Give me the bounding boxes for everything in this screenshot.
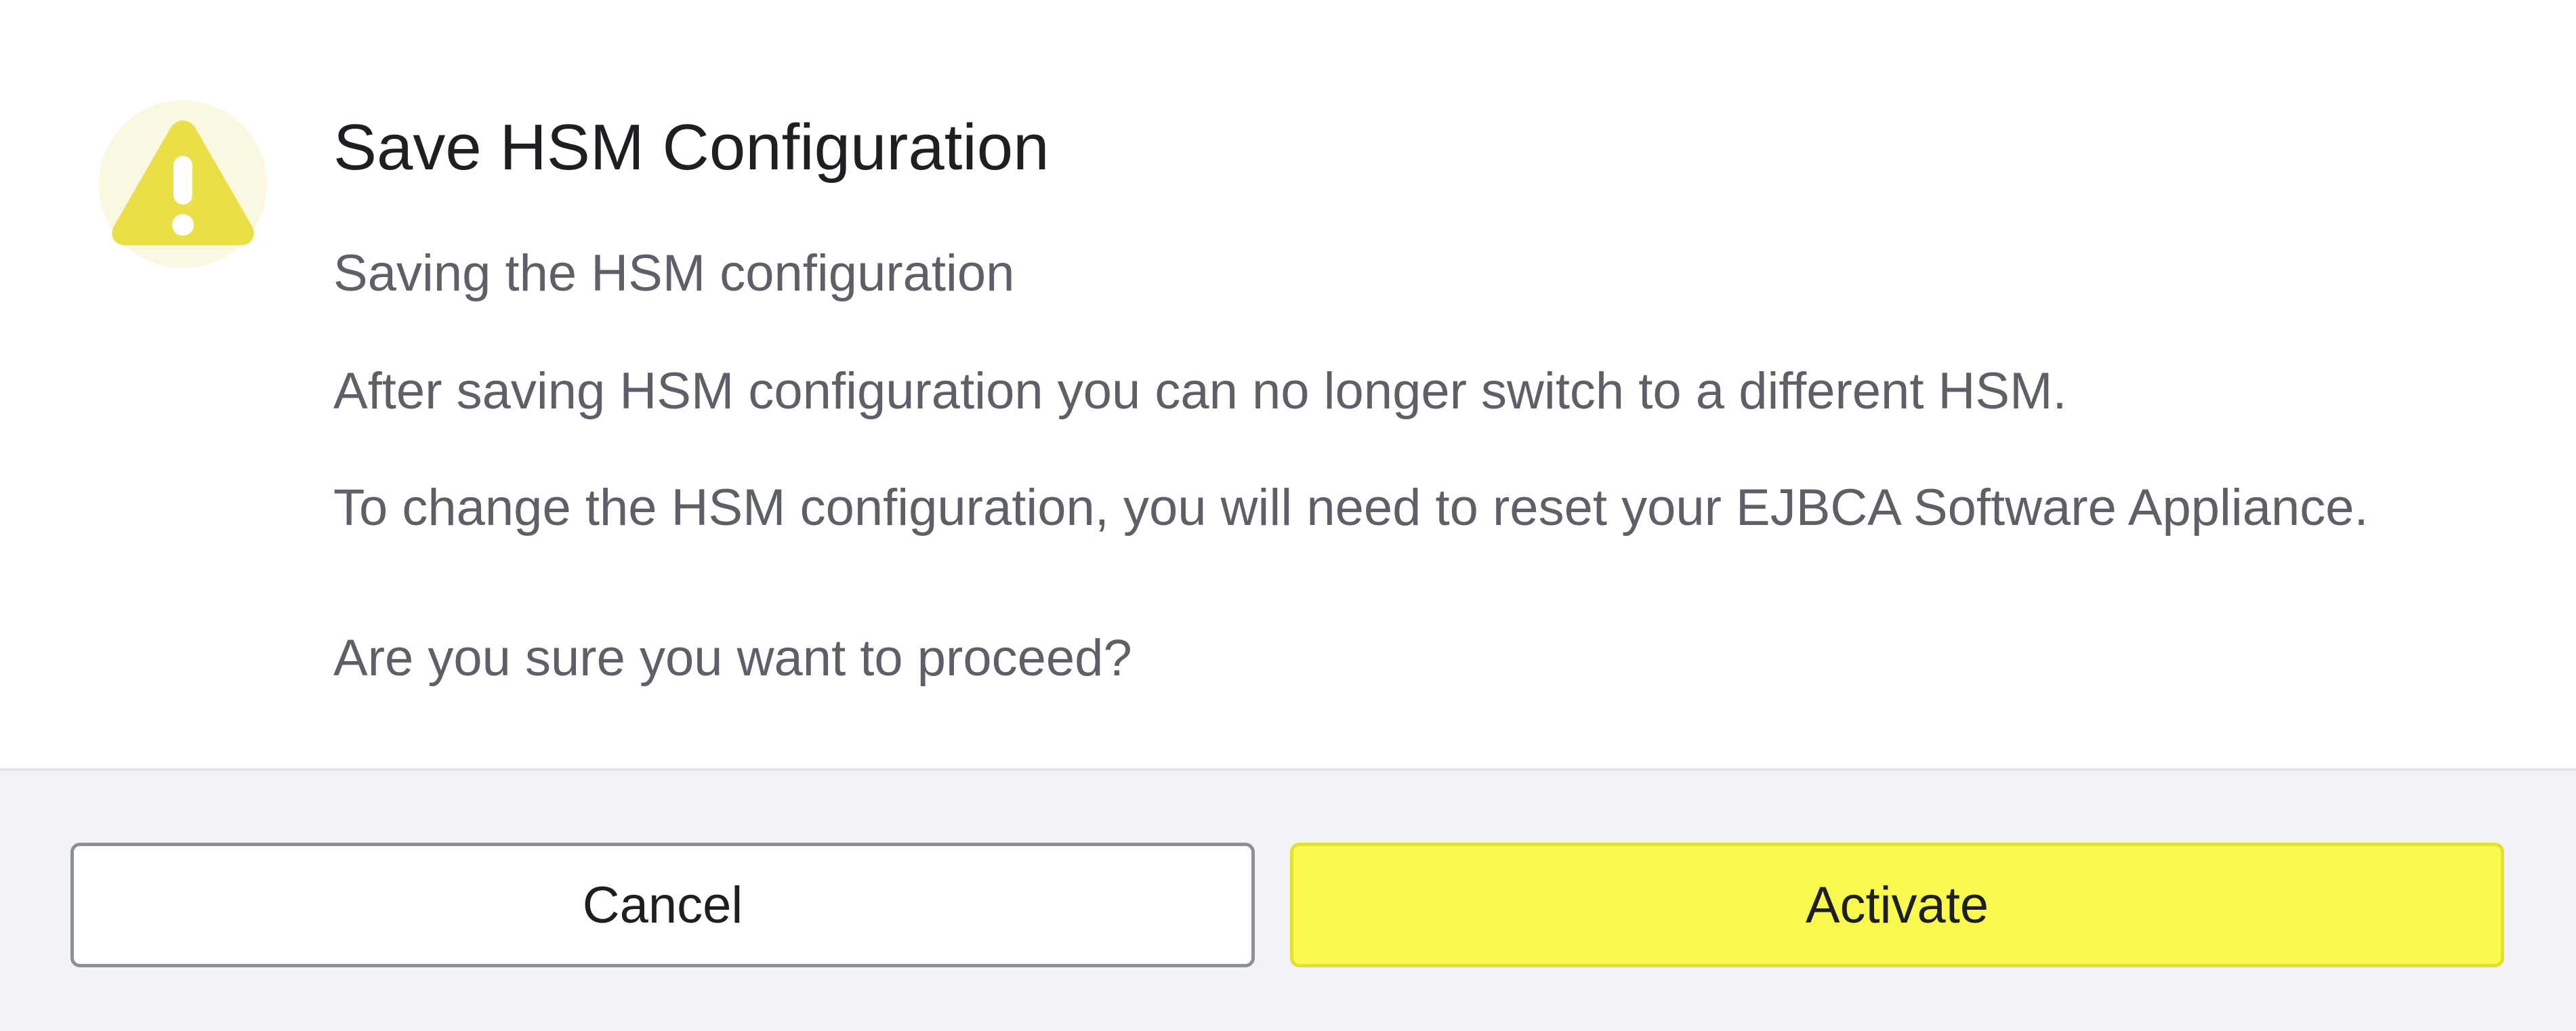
dialog-question: Are you sure you want to proceed? xyxy=(333,629,1132,687)
cancel-button[interactable]: Cancel xyxy=(70,843,1255,967)
dialog-message-switch: After saving HSM configuration you can n… xyxy=(333,362,2067,420)
activate-button[interactable]: Activate xyxy=(1290,843,2504,967)
warning-icon xyxy=(112,121,254,245)
dialog-message-reset: To change the HSM configuration, you wil… xyxy=(333,479,2369,536)
dialog-subtitle: Saving the HSM configuration xyxy=(333,245,1015,302)
dialog-body: Save HSM Configuration Saving the HSM co… xyxy=(0,0,2576,768)
confirm-dialog: Save HSM Configuration Saving the HSM co… xyxy=(0,0,2576,1031)
dialog-footer: Cancel Activate xyxy=(0,768,2576,1031)
dialog-title: Save HSM Configuration xyxy=(333,111,1050,184)
warning-icon-badge xyxy=(99,100,267,268)
